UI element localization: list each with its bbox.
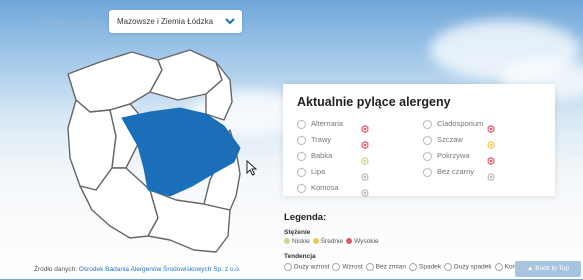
allergen-row: Lipa	[297, 166, 325, 178]
allergen-name: Alternaria	[311, 119, 344, 129]
concentration-icon	[361, 136, 369, 150]
legend-concentration-item: Wysokie	[346, 238, 379, 245]
legend-concentration-row: Niskie Średnie Wysokie	[284, 238, 382, 245]
trend-icon	[423, 167, 432, 177]
concentration-icon	[487, 136, 495, 150]
trend-icon	[297, 135, 306, 145]
concentration-icon	[361, 152, 369, 166]
allergen-row: Alternaria	[297, 118, 343, 130]
region-select-value: Mazowsze i Ziemia Łódzka	[117, 17, 214, 26]
concentration-dot-icon	[284, 238, 290, 245]
region-select[interactable]: Mazowsze i Ziemia Łódzka	[109, 10, 242, 33]
legend-trend-label: Spadek	[419, 263, 442, 271]
allergen-name: Babka	[311, 151, 333, 161]
region-label: Wybierz region	[38, 18, 105, 29]
legend-trend-label: Duży spadek	[454, 263, 492, 271]
legend-trend-label: Bez zmian	[375, 263, 406, 271]
allergen-row: Komosa	[297, 182, 339, 194]
legend-trend-item: Wzrost	[332, 263, 363, 271]
legend-trend-item: Spadek	[409, 263, 441, 271]
trend-icon	[423, 151, 432, 161]
back-to-top-button[interactable]: ▲ Back to Top	[515, 261, 581, 277]
trend-icon	[423, 119, 432, 129]
panel-title: Aktualnie pylące alergeny	[297, 95, 451, 109]
trend-icon	[494, 263, 503, 271]
allergen-name: Lipa	[311, 167, 326, 177]
concentration-dot-icon	[312, 238, 319, 245]
cursor-icon	[246, 160, 258, 176]
trend-icon	[297, 183, 306, 193]
allergen-row: Cladosporium	[423, 118, 483, 130]
allergen-row: Babka	[297, 150, 332, 162]
legend-trend-title: Tendencja	[284, 253, 316, 260]
trend-icon	[297, 119, 306, 129]
concentration-icon	[487, 168, 495, 182]
trend-icon	[365, 263, 374, 271]
allergen-name: Cladosporium	[437, 119, 484, 129]
legend-concentration-item: Średnie	[312, 238, 344, 245]
allergen-panel: Aktualnie pylące alergeny Alternaria Traw…	[283, 84, 555, 198]
trend-icon	[284, 263, 292, 271]
allergen-name: Bez czarny	[437, 167, 475, 177]
legend-trend-label: Wzrost	[342, 263, 363, 271]
legend-concentration-title: Stężenie	[284, 229, 311, 236]
trend-icon	[297, 151, 306, 161]
legend-concentration-item: Niskie	[284, 238, 310, 245]
allergen-row: Pokrzywa	[423, 150, 470, 162]
region-pomorze[interactable]	[67, 51, 163, 113]
allergen-row: Bez czarny	[423, 166, 474, 178]
trend-icon	[332, 263, 341, 271]
allergen-name: Komosa	[311, 183, 339, 193]
concentration-icon	[361, 168, 369, 182]
chevron-down-icon	[225, 18, 235, 25]
trend-icon	[423, 135, 432, 145]
concentration-dot-icon	[346, 238, 353, 245]
legend-trend-label: Duży wzrost	[294, 263, 330, 271]
concentration-icon	[361, 184, 369, 198]
source-link[interactable]: Ośrodek Badania Alergenów Środowiskowych…	[79, 266, 241, 273]
concentration-icon	[487, 120, 495, 134]
trend-icon	[444, 263, 453, 271]
data-source: Źródło danych: Ośrodek Badania Alergenów…	[34, 266, 241, 273]
source-prefix: Źródło danych:	[34, 266, 79, 273]
allergen-name: Trawy	[311, 135, 332, 145]
legend-concentration-label: Wysokie	[354, 238, 379, 245]
poland-map	[67, 49, 241, 253]
legend-trend-item: Duży wzrost	[284, 263, 329, 271]
legend-trend-item: Duży spadek	[444, 263, 492, 271]
concentration-icon	[487, 152, 495, 166]
legend-title: Legenda:	[284, 212, 327, 223]
legend-concentration-label: Niskie	[292, 238, 310, 245]
legend-trend-item: Bez zmian	[365, 263, 406, 271]
legend-concentration-label: Średnie	[320, 238, 344, 245]
trend-icon	[297, 167, 306, 177]
allergen-row: Szczaw	[423, 134, 463, 146]
trend-icon	[409, 263, 417, 271]
allergen-name: Pokrzywa	[437, 151, 470, 161]
allergen-row: Trawy	[297, 134, 331, 146]
allergen-name: Szczaw	[437, 135, 463, 145]
concentration-icon	[361, 120, 369, 134]
legend-trend-row: Duży wzrost Wzrost Bez zmian Spadek Duży spa…	[284, 263, 528, 271]
